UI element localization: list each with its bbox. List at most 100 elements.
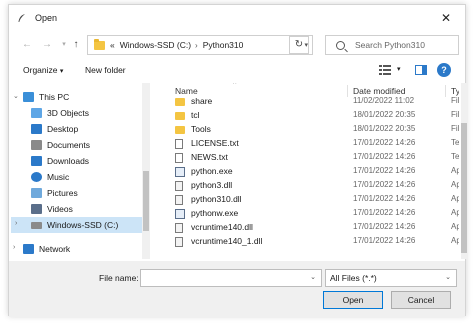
chevron-down-icon[interactable]: ⌄ [310, 273, 316, 281]
organize-label: Organize [23, 65, 58, 75]
folder-icon [175, 112, 185, 120]
file-name: python310.dll [191, 194, 242, 204]
python-exe-icon [175, 167, 185, 177]
cube-icon [31, 108, 42, 118]
help-icon[interactable]: ? [437, 63, 451, 77]
file-list-scrollbar[interactable] [461, 83, 467, 259]
nav-item-3d-objects[interactable]: 3D Objects [31, 105, 89, 121]
toolbar: Organize ▾ New folder ▾ ? [9, 61, 465, 81]
navigation-row: ← → ▾ ↑ « Windows-SSD (C:) › Python310 ▾… [9, 35, 465, 57]
file-date: 17/01/2022 14:26 [353, 208, 416, 217]
file-type: Fil [451, 110, 459, 119]
file-row[interactable]: tcl 18/01/2022 20:35 Fil [157, 109, 459, 123]
file-name: vcruntime140.dll [191, 222, 253, 232]
file-type: Ap [451, 208, 459, 217]
desktop-icon [31, 124, 42, 134]
file-type-value: All Files (*.*) [330, 273, 377, 283]
dialog-footer: File name: ⌄ All Files (*.*) ⌄ Open Canc… [9, 261, 465, 317]
documents-icon [31, 140, 42, 150]
dll-file-icon [175, 223, 183, 233]
address-prefix: « [110, 40, 115, 50]
open-button[interactable]: Open [323, 291, 383, 309]
forward-arrow-icon[interactable]: → [39, 37, 55, 53]
file-row[interactable]: vcruntime140_1.dll 17/01/2022 14:26 Ap [157, 235, 459, 249]
nav-label-downloads: Downloads [47, 156, 90, 166]
expand-chevron-icon[interactable]: › [13, 244, 15, 251]
nav-item-music[interactable]: Music [31, 169, 69, 185]
breadcrumb-separator-icon[interactable]: › [195, 41, 198, 50]
nav-item-desktop[interactable]: Desktop [31, 121, 78, 137]
organize-button[interactable]: Organize ▾ [23, 65, 63, 75]
download-icon [31, 156, 42, 166]
nav-item-network[interactable]: › Network [13, 241, 71, 257]
nav-label-this-pc: This PC [39, 92, 70, 102]
file-type: Fil [451, 124, 459, 133]
file-row[interactable]: python310.dll 17/01/2022 14:26 Ap [157, 193, 459, 207]
file-row[interactable]: python.exe 17/01/2022 14:26 Ap [157, 165, 459, 179]
nav-item-windows-ssd[interactable]: › Windows-SSD (C:) [11, 217, 147, 233]
file-date: 17/01/2022 14:26 [353, 236, 416, 245]
file-row[interactable]: LICENSE.txt 17/01/2022 14:26 Te [157, 137, 459, 151]
file-name: pythonw.exe [191, 208, 239, 218]
file-type-select[interactable]: All Files (*.*) ⌄ [325, 269, 457, 287]
collapse-chevron-icon[interactable]: ⌄ [13, 92, 19, 100]
nav-item-this-pc[interactable]: ⌄ This PC [13, 89, 70, 105]
file-row[interactable]: Tools 18/01/2022 20:35 Fil [157, 123, 459, 137]
dll-file-icon [175, 195, 183, 205]
close-icon[interactable]: ✕ [437, 9, 455, 27]
file-row[interactable]: share 11/02/2022 11:02 Fil [157, 95, 459, 109]
up-arrow-icon[interactable]: ↑ [68, 37, 84, 53]
nav-item-pictures[interactable]: Pictures [31, 185, 78, 201]
file-row[interactable]: pythonw.exe 17/01/2022 14:26 Ap [157, 207, 459, 221]
file-type: Ap [451, 180, 459, 189]
file-row[interactable]: vcruntime140.dll 17/01/2022 14:26 Ap [157, 221, 459, 235]
search-input[interactable]: Search Python310 [355, 40, 425, 50]
breadcrumb-drive[interactable]: Windows-SSD (C:) [120, 40, 191, 50]
file-date: 17/01/2022 14:26 [353, 222, 416, 231]
navigation-scrollbar[interactable] [142, 83, 150, 259]
text-file-icon [175, 139, 183, 149]
chevron-down-icon: ▾ [59, 68, 64, 75]
nav-label-pictures: Pictures [47, 188, 78, 198]
preview-pane-icon[interactable] [415, 65, 427, 75]
window-title: Open [35, 13, 58, 23]
expand-chevron-icon[interactable]: › [15, 220, 17, 227]
file-name: vcruntime140_1.dll [191, 236, 263, 246]
view-chevron-icon[interactable]: ▾ [397, 65, 401, 73]
nav-item-downloads[interactable]: Downloads [31, 153, 89, 169]
title-bar: Open ✕ [9, 5, 465, 31]
file-date: 17/01/2022 14:26 [353, 138, 416, 147]
text-file-icon [175, 153, 183, 163]
file-name: NEWS.txt [191, 152, 228, 162]
file-name-label: File name: [99, 273, 139, 283]
scrollbar-thumb[interactable] [143, 171, 149, 231]
refresh-icon[interactable]: ↻ [289, 36, 309, 54]
breadcrumb-folder[interactable]: Python310 [203, 40, 244, 50]
file-row[interactable]: python3.dll 17/01/2022 14:26 Ap [157, 179, 459, 193]
nav-item-videos[interactable]: Videos [31, 201, 73, 217]
nav-label-documents: Documents [47, 140, 90, 150]
cancel-button[interactable]: Cancel [391, 291, 451, 309]
nav-item-documents[interactable]: Documents [31, 137, 90, 153]
file-date: 18/01/2022 20:35 [353, 124, 416, 133]
file-row[interactable]: NEWS.txt 17/01/2022 14:26 Te [157, 151, 459, 165]
file-date: 11/02/2022 11:02 [353, 96, 415, 105]
back-arrow-icon[interactable]: ← [19, 37, 35, 53]
search-icon [336, 40, 345, 50]
feather-icon [18, 14, 25, 22]
search-box[interactable]: Search Python310 [325, 35, 459, 55]
chevron-down-icon[interactable]: ⌄ [445, 270, 451, 286]
file-date: 17/01/2022 14:26 [353, 194, 416, 203]
new-folder-button[interactable]: New folder [85, 65, 126, 75]
view-options-icon[interactable] [379, 65, 391, 75]
scrollbar-thumb[interactable] [461, 123, 467, 253]
file-name-input[interactable]: ⌄ [140, 269, 322, 287]
sort-caret-icon: ^ [233, 83, 237, 88]
music-icon [31, 172, 42, 182]
nav-label-network: Network [39, 244, 71, 254]
address-bar[interactable]: « Windows-SSD (C:) › Python310 ▾ [87, 35, 313, 55]
folder-icon [94, 38, 105, 50]
file-type: Ap [451, 236, 459, 245]
open-dialog: Open ✕ ← → ▾ ↑ « Windows-SSD (C:) › Pyth… [8, 4, 467, 317]
file-name: share [191, 96, 213, 106]
